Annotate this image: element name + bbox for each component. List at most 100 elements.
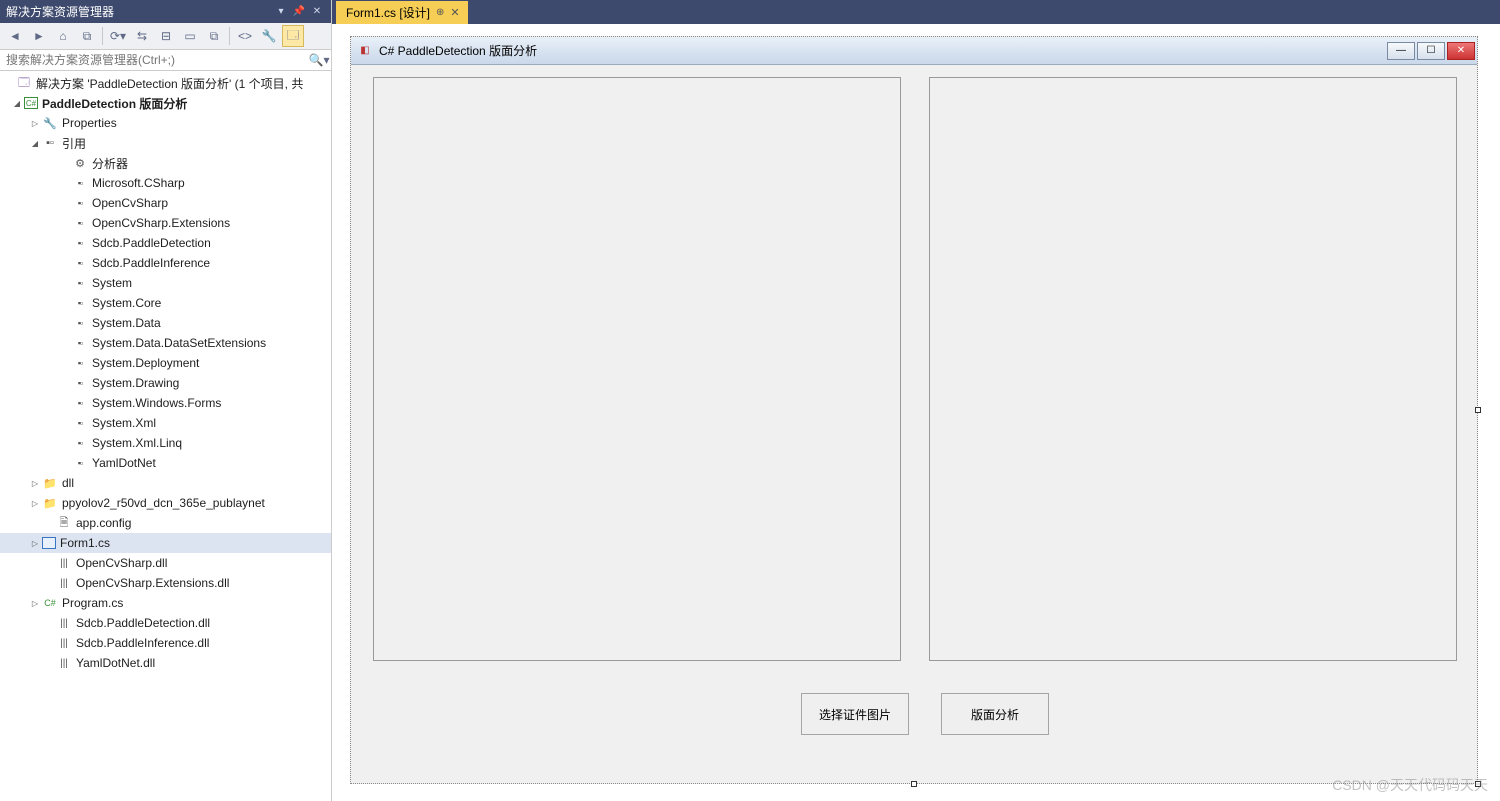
picturebox-right[interactable]	[929, 77, 1457, 661]
tree-project[interactable]: C# PaddleDetection 版面分析	[0, 93, 331, 113]
tree-folder-dll[interactable]: 📁 dll	[0, 473, 331, 493]
tree-reference[interactable]: ▪▫ System.Drawing	[0, 373, 331, 393]
tree-label: Properties	[62, 116, 117, 130]
show-all-icon[interactable]: ▭	[179, 25, 201, 47]
tree-label: ppyolov2_r50vd_dcn_365e_publaynet	[62, 496, 265, 510]
minimize-button[interactable]: —	[1387, 42, 1415, 60]
tree-reference[interactable]: ▪▫System.Data	[0, 313, 331, 333]
tree-file[interactable]: |||YamlDotNet.dll	[0, 653, 331, 673]
home-icon[interactable]: ⌂	[52, 25, 74, 47]
analyze-button[interactable]: 版面分析	[941, 693, 1049, 735]
tree-solution[interactable]: 🗔 解决方案 'PaddleDetection 版面分析' (1 个项目, 共	[0, 73, 331, 93]
tree-label: Sdcb.PaddleDetection.dll	[76, 616, 210, 630]
designer-form[interactable]: ◧ C# PaddleDetection 版面分析 — ☐ ✕ 选择证件图片 版…	[350, 36, 1478, 784]
tree-reference[interactable]: ▪▫Sdcb.PaddleDetection	[0, 233, 331, 253]
tree-file[interactable]: |||OpenCvSharp.Extensions.dll	[0, 573, 331, 593]
tree-label: Sdcb.PaddleDetection	[92, 236, 211, 250]
tree-reference[interactable]: ▪▫ System.Xml.Linq	[0, 433, 331, 453]
dll-icon: |||	[56, 615, 72, 631]
tree-label: app.config	[76, 516, 131, 530]
assembly-icon: ▪▫	[72, 415, 88, 431]
tree-file[interactable]: |||OpenCvSharp.dll	[0, 553, 331, 573]
assembly-icon: ▪▫	[72, 295, 88, 311]
tree-reference[interactable]: ▪▫ YamlDotNet	[0, 453, 331, 473]
tree-reference[interactable]: ▪▫System.Windows.Forms	[0, 393, 331, 413]
tree-reference[interactable]: ▪▫System.Xml	[0, 413, 331, 433]
resize-handle-corner[interactable]	[1475, 781, 1481, 787]
tree-label: System.Core	[92, 296, 161, 310]
assembly-icon: ▪▫	[72, 355, 88, 371]
tree-file[interactable]: |||Sdcb.PaddleInference.dll	[0, 633, 331, 653]
folder-icon: 📁	[42, 475, 58, 491]
tab-pin-icon[interactable]: ⊕	[436, 7, 444, 18]
nav-back-icon[interactable]: ◄	[4, 25, 26, 47]
assembly-icon: ▪▫	[72, 455, 88, 471]
designer-canvas[interactable]: ◧ C# PaddleDetection 版面分析 — ☐ ✕ 选择证件图片 版…	[332, 24, 1500, 801]
assembly-icon: ▪▫	[72, 395, 88, 411]
collapse-all-icon[interactable]: ⊟	[155, 25, 177, 47]
tree-label: 分析器	[92, 155, 128, 172]
assembly-icon: ▪▫	[72, 195, 88, 211]
search-icon[interactable]: 🔍▾	[307, 50, 331, 70]
tab-label: Form1.cs [设计]	[346, 4, 430, 21]
copy-icon[interactable]: ⧉	[203, 25, 225, 47]
tree-form1[interactable]: Form1.cs	[0, 533, 331, 553]
tree-appconfig[interactable]: 🗎 app.config	[0, 513, 331, 533]
tree-reference[interactable]: ▪▫OpenCvSharp	[0, 193, 331, 213]
resize-handle-bottom[interactable]	[911, 781, 917, 787]
assembly-icon: ▪▫	[72, 435, 88, 451]
tree-analyzers[interactable]: ⚙ 分析器	[0, 153, 331, 173]
tree-reference[interactable]: ▪▫System.Deployment	[0, 353, 331, 373]
maximize-button[interactable]: ☐	[1417, 42, 1445, 60]
assembly-icon: ▪▫	[72, 375, 88, 391]
tree-label: Microsoft.CSharp	[92, 176, 185, 190]
assembly-icon: ▪▫	[72, 335, 88, 351]
solution-explorer-titlebar: 解决方案资源管理器 ▾ 📌 ✕	[0, 0, 331, 23]
tree-label: System.Data.DataSetExtensions	[92, 336, 266, 350]
solution-explorer-toolbar: ◄ ► ⌂ ⧉ ⟳▾ ⇆ ⊟ ▭ ⧉ <> 🔧 🗔	[0, 23, 331, 50]
tree-program[interactable]: C# Program.cs	[0, 593, 331, 613]
tree-reference[interactable]: ▪▫OpenCvSharp.Extensions	[0, 213, 331, 233]
tree-file[interactable]: ||| Sdcb.PaddleDetection.dll	[0, 613, 331, 633]
refresh-icon[interactable]: ⟳▾	[107, 25, 129, 47]
switch-views-icon[interactable]: ⧉	[76, 25, 98, 47]
assembly-icon: ▪▫	[72, 275, 88, 291]
tree-label: System.Xml.Linq	[92, 436, 182, 450]
tree-label: Program.cs	[62, 596, 123, 610]
tree-label: Sdcb.PaddleInference	[92, 256, 210, 270]
panel-pin-icon[interactable]: 📌	[291, 4, 307, 20]
search-row: 🔍▾	[0, 50, 331, 71]
preview-icon[interactable]: 🗔	[282, 25, 304, 47]
config-icon: 🗎	[56, 515, 72, 531]
nav-forward-icon[interactable]: ►	[28, 25, 50, 47]
folder-icon: 📁	[42, 495, 58, 511]
tree-properties[interactable]: 🔧 Properties	[0, 113, 331, 133]
tree-reference[interactable]: ▪▫Microsoft.CSharp	[0, 173, 331, 193]
picturebox-left[interactable]	[373, 77, 901, 661]
tree-label: System.Drawing	[92, 376, 179, 390]
tree-label: YamlDotNet	[92, 456, 156, 470]
close-button[interactable]: ✕	[1447, 42, 1475, 60]
tree-folder-model[interactable]: 📁 ppyolov2_r50vd_dcn_365e_publaynet	[0, 493, 331, 513]
panel-close-icon[interactable]: ✕	[309, 4, 325, 20]
tab-strip: Form1.cs [设计] ⊕ ✕	[332, 0, 1500, 24]
select-image-button[interactable]: 选择证件图片	[801, 693, 909, 735]
sync-icon[interactable]: ⇆	[131, 25, 153, 47]
tree-reference[interactable]: ▪▫ System.Data.DataSetExtensions	[0, 333, 331, 353]
view-code-icon[interactable]: <>	[234, 25, 256, 47]
assembly-icon: ▪▫	[72, 255, 88, 271]
tab-close-icon[interactable]: ✕	[450, 6, 459, 19]
tree-references[interactable]: ▪▫ 引用	[0, 133, 331, 153]
tree-label: Form1.cs	[60, 536, 110, 550]
search-input[interactable]	[0, 50, 307, 70]
tree-reference[interactable]: ▪▫ System	[0, 273, 331, 293]
properties-icon[interactable]: 🔧	[258, 25, 280, 47]
tab-form1-design[interactable]: Form1.cs [设计] ⊕ ✕	[336, 1, 468, 24]
tree-reference[interactable]: ▪▫ System.Core	[0, 293, 331, 313]
solution-icon: 🗔	[16, 75, 32, 91]
tree-label: System	[92, 276, 132, 290]
panel-dropdown-icon[interactable]: ▾	[273, 4, 289, 20]
form-icon	[42, 537, 56, 549]
resize-handle-right[interactable]	[1475, 407, 1481, 413]
tree-reference[interactable]: ▪▫ Sdcb.PaddleInference	[0, 253, 331, 273]
